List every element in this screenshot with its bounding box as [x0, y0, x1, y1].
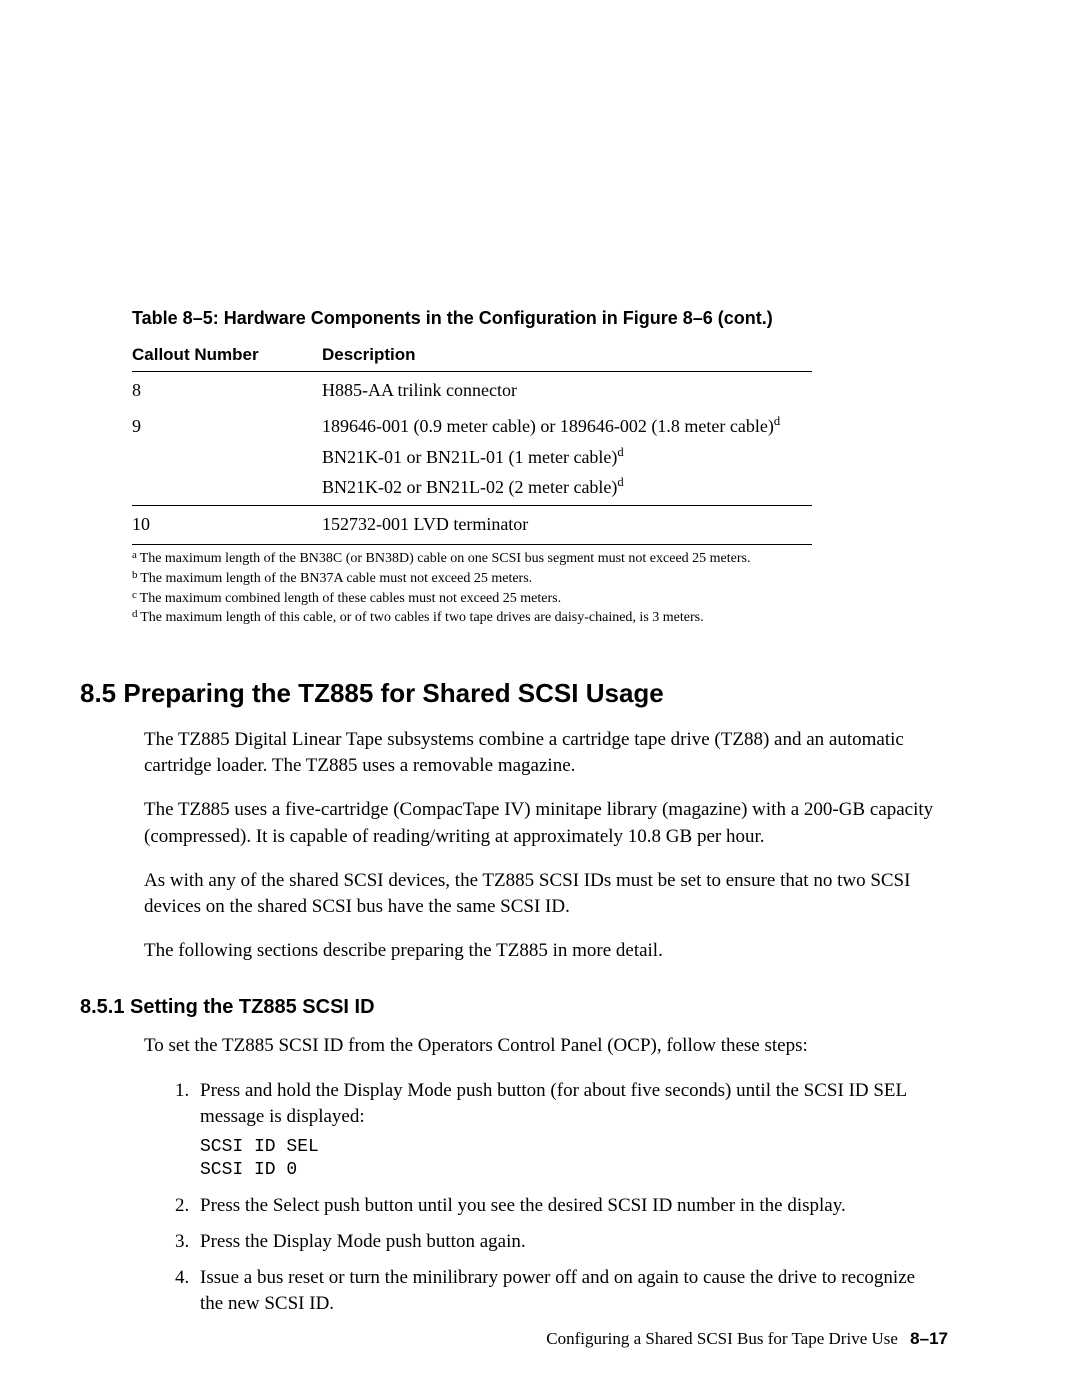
col-header-description: Description [322, 339, 812, 372]
cell-description: H885-AA trilink connector [322, 372, 812, 409]
cell-description: 152732-001 LVD terminator [322, 506, 812, 543]
step-item: Press the Select push button until you s… [194, 1193, 942, 1219]
table-row: 8 H885-AA trilink connector [132, 372, 812, 409]
step-text: Press and hold the Display Mode push but… [200, 1080, 906, 1127]
steps-list: Press and hold the Display Mode push but… [144, 1078, 942, 1318]
step-item: Press and hold the Display Mode push but… [194, 1078, 942, 1183]
step-item: Issue a bus reset or turn the minilibrar… [194, 1265, 942, 1317]
cell-callout: 8 [132, 372, 322, 409]
part-text: BN21K-01 or BN21L-01 (1 meter cable) [322, 447, 617, 467]
footnote-a: a The maximum length of the BN38C (or BN… [132, 549, 812, 569]
hardware-components-table: Callout Number Description 8 H885-AA tri… [132, 339, 812, 542]
cell-callout: 9 [132, 408, 322, 505]
part-text: BN21K-02 or BN21L-02 (2 meter cable) [322, 477, 617, 497]
section-heading-8-5: 8.5 Preparing the TZ885 for Shared SCSI … [80, 678, 950, 709]
footnote-b: b The maximum length of the BN37A cable … [132, 569, 812, 589]
footnote-c: c The maximum combined length of these c… [132, 589, 812, 609]
paragraph: The TZ885 uses a five-cartridge (CompacT… [144, 797, 942, 849]
paragraph: The TZ885 Digital Linear Tape subsystems… [144, 727, 942, 779]
cell-callout: 10 [132, 506, 322, 543]
page: Table 8–5: Hardware Components in the Co… [0, 0, 1080, 1397]
paragraph: The following sections describe preparin… [144, 938, 942, 964]
col-header-callout: Callout Number [132, 339, 322, 372]
part-text: 189646-001 (0.9 meter cable) or 189646-0… [322, 416, 774, 436]
footer-page-number: 8–17 [910, 1329, 948, 1348]
table-header-row: Callout Number Description [132, 339, 812, 372]
footnote-ref-d: d [774, 414, 780, 428]
section-heading-8-5-1: 8.5.1 Setting the TZ885 SCSI ID [80, 996, 950, 1019]
table-caption: Table 8–5: Hardware Components in the Co… [132, 308, 950, 329]
footnote-ref-d: d [617, 445, 623, 459]
footnote-d: d The maximum length of this cable, or o… [132, 608, 812, 628]
cell-description: 189646-001 (0.9 meter cable) or 189646-0… [322, 408, 812, 505]
table-footnotes: a The maximum length of the BN38C (or BN… [132, 544, 812, 627]
footnote-ref-d: d [617, 475, 623, 489]
paragraph: To set the TZ885 SCSI ID from the Operat… [144, 1033, 942, 1059]
footer-chapter: Configuring a Shared SCSI Bus for Tape D… [546, 1329, 898, 1348]
paragraph: As with any of the shared SCSI devices, … [144, 868, 942, 920]
table-row: 10 152732-001 LVD terminator [132, 506, 812, 543]
step-item: Press the Display Mode push button again… [194, 1229, 942, 1255]
table-row: 9 189646-001 (0.9 meter cable) or 189646… [132, 408, 812, 505]
code-block: SCSI ID SEL SCSI ID 0 [200, 1136, 942, 1183]
page-footer: Configuring a Shared SCSI Bus for Tape D… [546, 1329, 948, 1349]
